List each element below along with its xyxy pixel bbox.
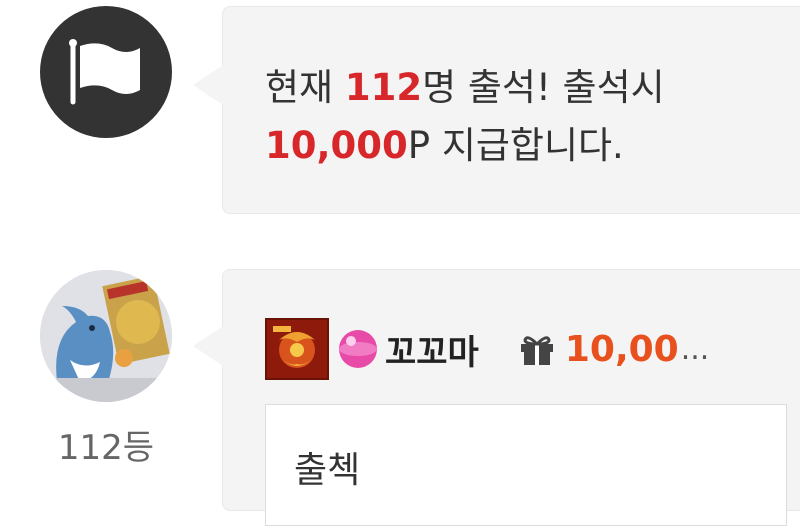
- notice-prefix: 현재: [265, 66, 345, 109]
- reward-points: 10,000: [265, 124, 408, 167]
- notice-text: 현재 112명 출석! 출석시 10,000P 지급합니다.: [265, 59, 665, 175]
- pink-gem-icon: [339, 330, 377, 368]
- notice-suffix: P 지급합니다.: [407, 124, 624, 167]
- comment-body: 출첵: [265, 404, 787, 526]
- flag-avatar: [40, 6, 172, 138]
- user-avatar[interactable]: [40, 270, 172, 402]
- notice-middle: 명 출석! 출석시: [422, 66, 665, 109]
- user-nickname[interactable]: 꼬꼬마: [385, 325, 479, 374]
- comment-bubble: 꼬꼬마 10,00... 출첵: [193, 269, 800, 526]
- gift-points: 10,00: [564, 328, 679, 370]
- level-badge-icon: [265, 318, 329, 380]
- rank-label: 112등: [57, 428, 155, 468]
- flag-icon: [69, 39, 140, 105]
- comment-header: 꼬꼬마 10,00...: [265, 318, 709, 380]
- gift-icon: [520, 336, 553, 365]
- points-ellipsis: ...: [680, 331, 710, 367]
- attendance-count: 112: [344, 66, 423, 109]
- notice-bubble: 현재 112명 출석! 출석시 10,000P 지급합니다.: [193, 6, 800, 214]
- comment-text: 출첵: [294, 450, 361, 491]
